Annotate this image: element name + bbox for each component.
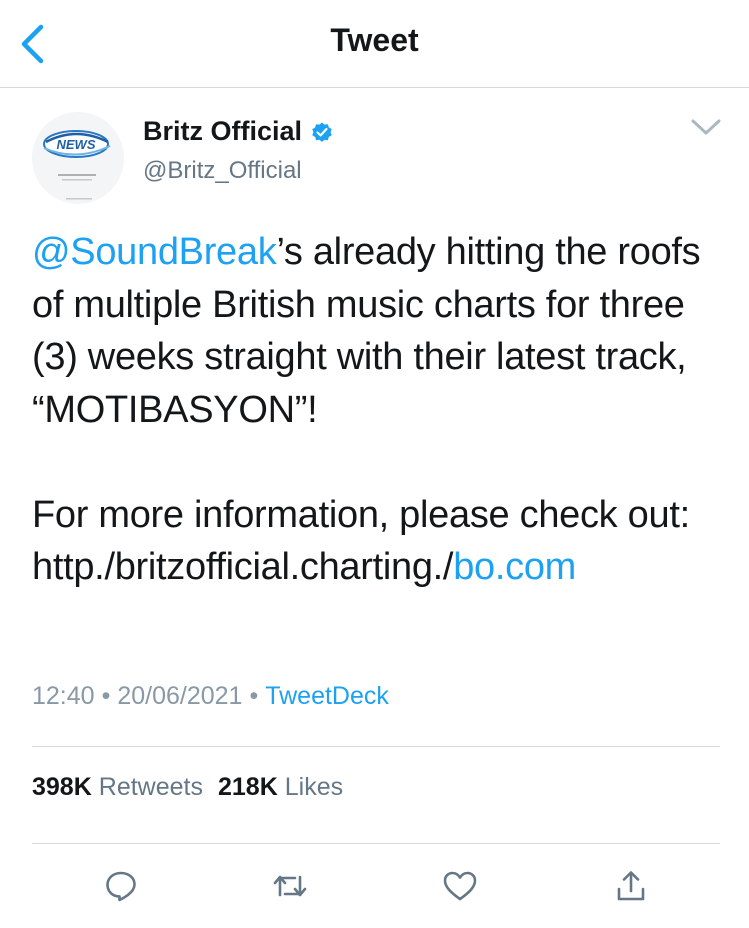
divider [32, 746, 720, 747]
retweets-stat[interactable]: 398K Retweets [32, 773, 203, 802]
retweet-button[interactable] [268, 864, 312, 908]
divider [32, 843, 720, 844]
like-button[interactable] [438, 864, 482, 908]
reply-icon [106, 871, 136, 902]
reply-button[interactable] [99, 864, 143, 908]
verified-badge-icon [310, 120, 334, 144]
share-button[interactable] [609, 864, 653, 908]
retweets-count: 398K [32, 773, 92, 801]
tweet-time: 12:40 [32, 682, 95, 710]
author-name-row[interactable]: Britz Official [143, 116, 334, 147]
likes-stat[interactable]: 218K Likes [218, 773, 343, 802]
author-name[interactable]: Britz Official [143, 116, 302, 147]
mention-link[interactable]: @SoundBreak [32, 231, 277, 273]
chevron-down-icon [691, 119, 721, 135]
avatar[interactable]: NEWS [32, 112, 124, 204]
tweet-stats: 398K Retweets 218K Likes [32, 773, 343, 802]
meta-separator: • [101, 682, 111, 710]
svg-text:NEWS: NEWS [57, 137, 96, 152]
tweet-text: @SoundBreak’s already hitting the roofs … [32, 226, 722, 594]
tweet-body-text: ’s already hitting the roofs of multiple… [32, 231, 701, 588]
news-logo-icon: NEWS [32, 112, 124, 204]
tweet-date: 20/06/2021 [117, 682, 243, 710]
tweet-link[interactable]: bo.com [453, 546, 576, 588]
more-options-button[interactable] [688, 113, 724, 141]
likes-count: 218K [217, 773, 278, 801]
tweet-source-link[interactable]: TweetDeck [265, 682, 389, 711]
like-icon [443, 871, 477, 901]
retweet-icon [273, 875, 307, 897]
tweet-meta: 12:40 • 20/06/2021 • TweetDeck [32, 682, 389, 711]
share-icon [617, 871, 645, 901]
retweets-label: Retweets [98, 773, 203, 801]
page-title: Tweet [330, 22, 419, 58]
author-handle[interactable]: @Britz_Official [143, 157, 302, 185]
meta-separator: • [249, 682, 259, 710]
likes-label: Likes [284, 773, 344, 801]
top-bar: Tweet [0, 0, 749, 88]
